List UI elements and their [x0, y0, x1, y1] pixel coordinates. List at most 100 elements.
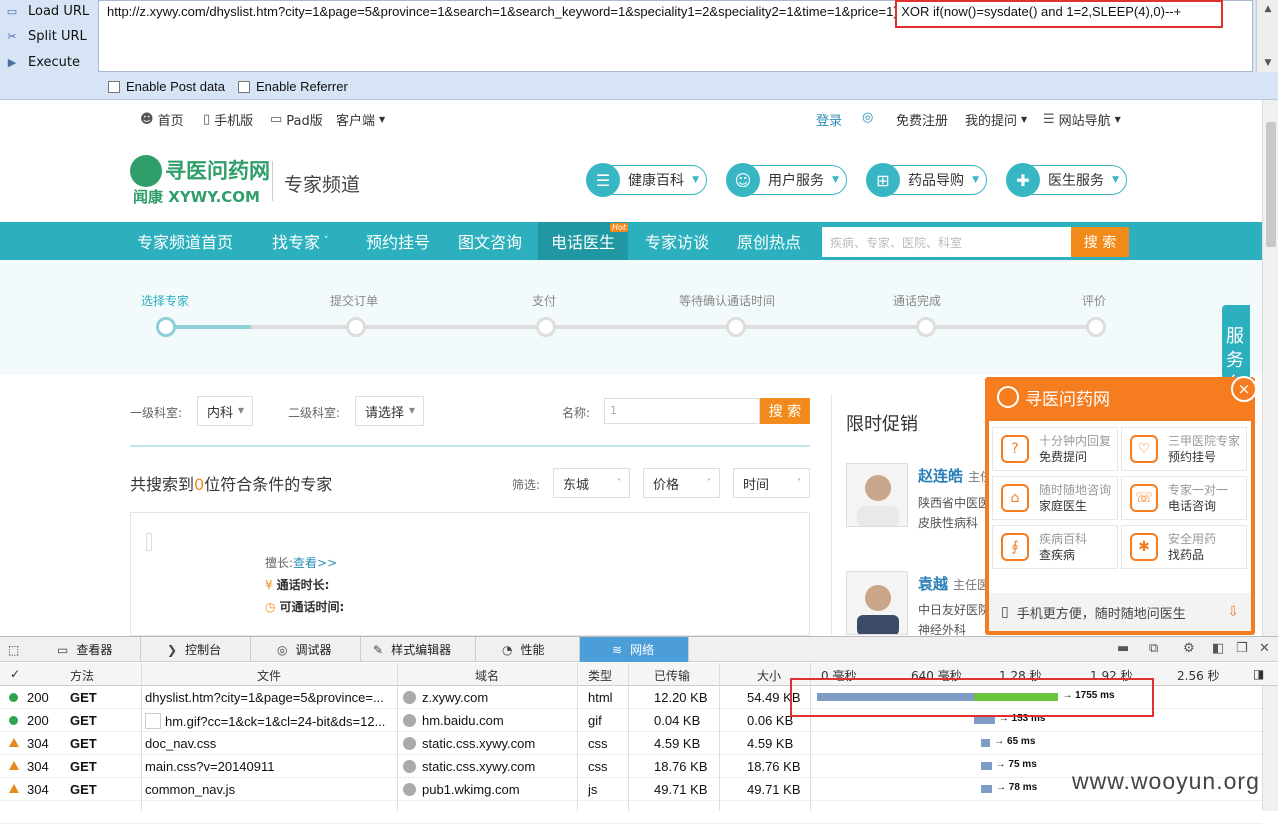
speciality-link[interactable]: 查看>>: [293, 554, 337, 571]
tab-style-editor[interactable]: ✎ 样式编辑器: [361, 637, 476, 662]
tab-console[interactable]: ❯ 控制台: [141, 637, 251, 662]
enable-post-checkbox[interactable]: Enable Post data: [108, 79, 225, 94]
logo-icon[interactable]: [130, 155, 162, 187]
devtools-scrollbar[interactable]: [1262, 686, 1278, 811]
service-desk-tab[interactable]: 服务台: [1222, 305, 1250, 395]
dock-icon[interactable]: ◧: [1212, 641, 1224, 656]
user-service-button[interactable]: ☺ 用户服务 ▼: [726, 163, 847, 197]
nav-item-find-expert[interactable]: 找专家 ˅: [272, 222, 329, 260]
doctor-name[interactable]: 赵连皓 主任: [918, 465, 992, 486]
request-row[interactable]: [0, 801, 1262, 824]
split-console-icon[interactable]: ▬: [1117, 641, 1129, 656]
step-dot: [726, 317, 746, 337]
tab-performance[interactable]: ◔ 性能: [476, 637, 580, 662]
chevron-down-icon: ▼: [408, 406, 415, 415]
timing-bar-wait: [981, 785, 993, 793]
collapse-sidebar-icon[interactable]: ◨: [1253, 667, 1264, 681]
health-wiki-button[interactable]: ☰ 健康百科 ▼: [586, 163, 707, 197]
globe-icon: [403, 783, 416, 796]
mobile-link[interactable]: ▯ 手机版: [203, 110, 253, 129]
page-scrollbar[interactable]: [1262, 100, 1278, 636]
nav-search-input[interactable]: 疾病、专家、医院、科室: [822, 227, 1072, 257]
dept2-label: 二级科室:: [288, 406, 341, 420]
name-input[interactable]: 1: [604, 398, 760, 424]
list-icon: ☰: [586, 163, 620, 197]
pad-link[interactable]: ▭ Pad版: [270, 110, 323, 129]
popup-appointment[interactable]: ♡ 三甲医院专家 预约挂号: [1121, 427, 1247, 471]
login-link[interactable]: 登录: [816, 110, 842, 129]
doctor-name[interactable]: 袁越 主任医: [918, 573, 989, 594]
step-progress: [167, 325, 251, 329]
nav-item-appointment[interactable]: 预约挂号: [366, 222, 430, 260]
download-icon: ⇩: [1227, 604, 1239, 620]
tab-inspector[interactable]: ▭ 查看器: [31, 637, 141, 662]
chevron-down-icon: ▼: [1114, 115, 1121, 124]
dept2-select[interactable]: 请选择 ▼: [355, 396, 424, 426]
col-method[interactable]: 方法: [70, 667, 94, 684]
window-icon[interactable]: ❐: [1236, 641, 1248, 656]
logo-title[interactable]: 寻医问药网: [165, 155, 270, 185]
split-url-button[interactable]: ✂ Split URL: [4, 25, 86, 47]
request-row[interactable]: 304 GET doc_nav.css static.css.xywy.com …: [0, 732, 1262, 755]
district-select[interactable]: 东城 ˅: [553, 468, 630, 498]
weibo-icon[interactable]: ◎: [862, 110, 873, 125]
popup-phone-consult[interactable]: ☏ 专家一对一 电话咨询: [1121, 476, 1247, 520]
gear-icon[interactable]: ⚙: [1183, 641, 1195, 656]
client-dropdown[interactable]: 客户端 ▼: [336, 110, 385, 129]
dept1-select[interactable]: 内科 ▼: [197, 396, 253, 426]
popup-family-doctor[interactable]: ⌂ 随时随地咨询 家庭医生: [992, 476, 1118, 520]
load-url-button[interactable]: ▭ Load URL: [4, 0, 89, 22]
col-file[interactable]: 文件: [257, 667, 281, 684]
popup-find-drug[interactable]: ✱ 安全用药 找药品: [1121, 525, 1247, 569]
popup-free-question[interactable]: ? 十分钟内回复 免费提问: [992, 427, 1118, 471]
stethoscope-icon: ∮: [1001, 533, 1029, 561]
my-questions-dropdown[interactable]: 我的提问 ▼: [965, 110, 1027, 129]
user-icon: ☺: [726, 163, 760, 197]
timing-highlight-box: [790, 678, 1154, 717]
scroll-down-icon[interactable]: ▼: [1257, 54, 1278, 72]
nav-item-interview[interactable]: 专家访谈: [645, 222, 709, 260]
price-select[interactable]: 价格 ˅: [643, 468, 720, 498]
site-topbar: ☻ 首页 ▯ 手机版 ▭ Pad版 客户端 ▼ 登录 ◎ 免费注册 我的提问 ▼ ☰ 网站导…: [0, 100, 1262, 136]
col-size[interactable]: 大小: [757, 667, 781, 684]
col-type[interactable]: 类型: [588, 667, 612, 684]
doctor-photo[interactable]: [846, 571, 908, 635]
console-icon: ❯: [167, 642, 178, 657]
popup-mobile-footer[interactable]: ▯ 手机更方便，随时随地问医生 ⇩: [989, 593, 1251, 631]
doctor-photo[interactable]: [846, 463, 908, 527]
register-link[interactable]: 免费注册: [896, 110, 948, 129]
col-domain[interactable]: 域名: [475, 667, 499, 684]
execute-button[interactable]: ▶ Execute: [4, 51, 80, 73]
drug-guide-button[interactable]: ⊞ 药品导购 ▼: [866, 163, 987, 197]
scroll-up-icon[interactable]: ▲: [1257, 0, 1278, 18]
status-ok-icon: [9, 716, 18, 725]
col-check[interactable]: ✓: [10, 667, 20, 681]
tab-debugger[interactable]: ◎ 调试器: [251, 637, 361, 662]
network-icon: ≋: [612, 642, 623, 657]
watermark: www.wooyun.org: [1072, 768, 1260, 794]
popup-close-button[interactable]: ×: [1231, 376, 1257, 402]
question-icon: ?: [1001, 435, 1029, 463]
doctor-service-button[interactable]: ✚ 医生服务 ▼: [1006, 163, 1127, 197]
pick-element-icon[interactable]: ⬚: [0, 637, 27, 662]
status-cached-icon: [9, 738, 19, 747]
nav-item-phone-doctor[interactable]: 电话医生 Hot: [538, 222, 629, 260]
nav-search-button[interactable]: 搜 索: [1071, 227, 1129, 257]
enable-referrer-checkbox[interactable]: Enable Referrer: [238, 79, 348, 94]
nav-item-original[interactable]: 原创热点: [737, 222, 801, 260]
timing-label: → 75 ms: [995, 759, 1037, 770]
popup-disease-wiki[interactable]: ∮ 疾病百科 查疾病: [992, 525, 1118, 569]
time-select[interactable]: 时间 ˅: [733, 468, 810, 498]
scroll-thumb[interactable]: [1266, 122, 1276, 247]
home-link[interactable]: ☻ 首页: [140, 110, 184, 129]
timing-bar-wait: [981, 739, 991, 747]
close-icon[interactable]: ✕: [1259, 641, 1270, 656]
responsive-icon[interactable]: ⧉: [1149, 641, 1158, 656]
url-scrollbar[interactable]: ▲ ▼: [1256, 0, 1278, 72]
nav-item-text-consult[interactable]: 图文咨询: [458, 222, 522, 260]
col-transferred[interactable]: 已传输: [654, 667, 690, 684]
site-nav-dropdown[interactable]: ☰ 网站导航 ▼: [1043, 110, 1121, 129]
nav-item-channel-home[interactable]: 专家频道首页: [137, 222, 233, 260]
tab-network[interactable]: ≋ 网络: [580, 637, 689, 662]
name-search-button[interactable]: 搜 索: [760, 398, 810, 424]
